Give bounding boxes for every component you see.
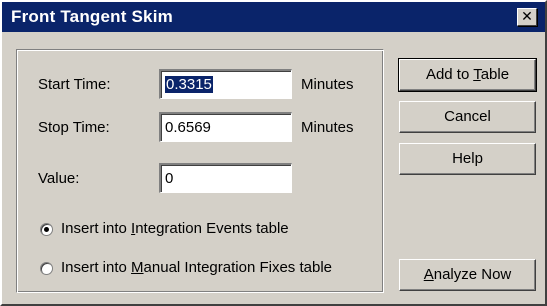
radio-manual-integration-fixes[interactable]	[40, 262, 53, 275]
stop-time-unit: Minutes	[301, 119, 354, 136]
front-tangent-skim-dialog: Front Tangent Skim ✕ Start Time: 0.3315 …	[0, 0, 547, 306]
radio-selected-icon	[44, 227, 49, 232]
start-time-input[interactable]: 0.3315	[159, 69, 292, 99]
start-time-label: Start Time:	[38, 76, 111, 93]
help-button[interactable]: Help	[399, 143, 536, 175]
close-button[interactable]: ✕	[517, 8, 537, 26]
start-time-value: 0.3315	[165, 76, 213, 93]
add-to-table-button[interactable]: Add to Table	[398, 58, 537, 92]
radio-integration-events[interactable]	[40, 223, 53, 236]
radio-manual-integration-fixes-label[interactable]: Insert into Manual Integration Fixes tab…	[61, 259, 332, 276]
stop-time-input[interactable]: 0.6569	[159, 112, 292, 142]
stop-time-label: Stop Time:	[38, 119, 110, 136]
value-value: 0	[165, 170, 174, 187]
radio-integration-events-label[interactable]: Insert into Integration Events table	[61, 220, 289, 237]
cancel-button[interactable]: Cancel	[399, 101, 536, 133]
close-icon: ✕	[521, 8, 533, 24]
dialog-title: Front Tangent Skim	[11, 7, 173, 26]
stop-time-value: 0.6569	[165, 119, 211, 136]
value-label: Value:	[38, 170, 80, 187]
title-bar[interactable]: Front Tangent Skim ✕	[2, 2, 545, 32]
start-time-unit: Minutes	[301, 76, 354, 93]
analyze-now-button[interactable]: Analyze Now	[399, 259, 536, 291]
value-input[interactable]: 0	[159, 163, 292, 193]
